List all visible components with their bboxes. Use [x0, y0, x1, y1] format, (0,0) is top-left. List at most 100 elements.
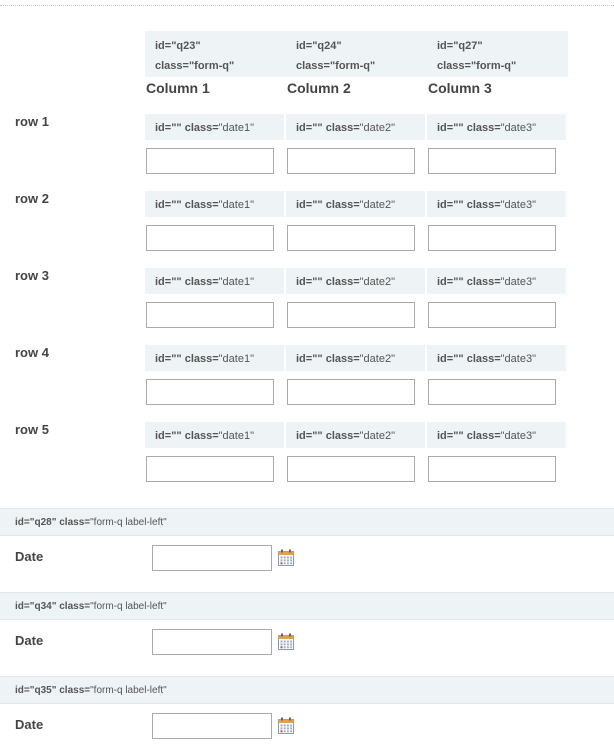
column-header-q27: id="q27" class="form-q" — [427, 31, 568, 77]
date-input-r2-c2[interactable] — [287, 225, 415, 251]
date-input-r5-c3[interactable] — [428, 456, 556, 482]
cell-id: id="" — [155, 122, 182, 134]
question-class-label: class= — [59, 517, 91, 528]
date-input-r3-c1[interactable] — [146, 302, 274, 328]
cell-class-value: "date2" — [359, 353, 395, 365]
date-input-r4-c2[interactable] — [287, 379, 415, 405]
cell-header: id="" class="date2" — [286, 268, 425, 294]
date-field[interactable] — [152, 629, 272, 655]
calendar-icon[interactable] — [277, 549, 295, 567]
cell-class-value: "date3" — [500, 122, 536, 134]
cell-id: id="" — [437, 199, 464, 211]
cell-header: id="" class="date1" — [145, 422, 284, 448]
cell-id: id="" — [437, 276, 464, 288]
calendar-icon[interactable] — [277, 633, 295, 651]
date-input-r1-c3[interactable] — [428, 148, 556, 174]
row-label: row 5 — [15, 422, 49, 437]
cell-id: id="" — [296, 353, 323, 365]
cell-class-value: "date3" — [500, 276, 536, 288]
calendar-icon[interactable] — [277, 717, 295, 735]
row-label: row 4 — [15, 345, 49, 360]
cell-class-value: "date3" — [500, 353, 536, 365]
cell-id: id="" — [155, 199, 182, 211]
cell-id: id="" — [155, 276, 182, 288]
date-label: Date — [15, 549, 44, 564]
cell-id: id="" — [296, 276, 323, 288]
date-label: Date — [15, 633, 44, 648]
cell-class-label: class= — [184, 122, 219, 134]
column-id: id="q27" — [437, 40, 483, 52]
date-input-r5-c2[interactable] — [287, 456, 415, 482]
cell-class-label: class= — [466, 353, 501, 365]
row-label: row 3 — [15, 268, 49, 283]
cell-class-value: "date2" — [359, 430, 395, 442]
column-header-q24: id="q24" class="form-q" — [286, 31, 427, 77]
cell-class-value: "date3" — [500, 199, 536, 211]
cell-class-label: class= — [184, 430, 219, 442]
cell-class-label: class= — [325, 122, 360, 134]
date-input-r4-c3[interactable] — [428, 379, 556, 405]
cell-class-value: "date1" — [218, 276, 254, 288]
row-label: row 1 — [15, 114, 49, 129]
column-class: class="form-q" — [296, 60, 376, 72]
date-input-r3-c2[interactable] — [287, 302, 415, 328]
cell-class-label: class= — [325, 276, 360, 288]
cell-class-value: "date1" — [218, 430, 254, 442]
date-label: Date — [15, 717, 44, 732]
cell-header: id="" class="date1" — [145, 191, 284, 217]
cell-class-value: "date2" — [359, 122, 395, 134]
date-input-r3-c3[interactable] — [428, 302, 556, 328]
date-input-r5-c1[interactable] — [146, 456, 274, 482]
row-label: row 2 — [15, 191, 49, 206]
column-title-3: Column 3 — [428, 80, 492, 96]
question-class-value: "form-q label-left" — [90, 685, 167, 696]
cell-header: id="" class="date1" — [145, 114, 284, 140]
question-class-label: class= — [59, 685, 91, 696]
column-id: id="q23" — [155, 40, 201, 52]
cell-class-label: class= — [184, 276, 219, 288]
cell-class-label: class= — [466, 199, 501, 211]
column-header-q23: id="q23" class="form-q" — [145, 31, 286, 77]
date-input-r4-c1[interactable] — [146, 379, 274, 405]
question-header: id="q35" class="form-q label-left" — [0, 676, 614, 704]
question-class-value: "form-q label-left" — [90, 601, 167, 612]
cell-class-label: class= — [325, 199, 360, 211]
cell-class-value: "date2" — [359, 199, 395, 211]
date-field[interactable] — [152, 545, 272, 571]
cell-header: id="" class="date2" — [286, 114, 425, 140]
question-id: id="q28" — [15, 517, 57, 528]
cell-id: id="" — [437, 122, 464, 134]
cell-header: id="" class="date1" — [145, 345, 284, 371]
cell-id: id="" — [296, 122, 323, 134]
date-input-r1-c1[interactable] — [146, 148, 274, 174]
cell-class-value: "date1" — [218, 122, 254, 134]
cell-id: id="" — [155, 430, 182, 442]
cell-header: id="" class="date2" — [286, 345, 425, 371]
cell-id: id="" — [155, 353, 182, 365]
cell-header: id="" class="date2" — [286, 422, 425, 448]
cell-class-value: "date1" — [218, 353, 254, 365]
column-title-2: Column 2 — [287, 80, 351, 96]
cell-class-label: class= — [184, 199, 219, 211]
cell-class-label: class= — [466, 276, 501, 288]
question-class-value: "form-q label-left" — [90, 517, 167, 528]
cell-class-label: class= — [325, 353, 360, 365]
cell-header: id="" class="date3" — [427, 422, 566, 448]
cell-id: id="" — [296, 199, 323, 211]
date-field[interactable] — [152, 713, 272, 739]
cell-header: id="" class="date3" — [427, 268, 566, 294]
question-id: id="q34" — [15, 601, 57, 612]
cell-header: id="" class="date3" — [427, 191, 566, 217]
cell-header: id="" class="date3" — [427, 345, 566, 371]
cell-class-value: "date2" — [359, 276, 395, 288]
date-input-r2-c3[interactable] — [428, 225, 556, 251]
cell-id: id="" — [437, 430, 464, 442]
cell-header: id="" class="date2" — [286, 191, 425, 217]
top-divider — [0, 5, 614, 6]
question-class-label: class= — [59, 601, 91, 612]
date-input-r2-c1[interactable] — [146, 225, 274, 251]
cell-class-label: class= — [466, 430, 501, 442]
date-input-r1-c2[interactable] — [287, 148, 415, 174]
question-header: id="q34" class="form-q label-left" — [0, 592, 614, 620]
column-class: class="form-q" — [437, 60, 517, 72]
